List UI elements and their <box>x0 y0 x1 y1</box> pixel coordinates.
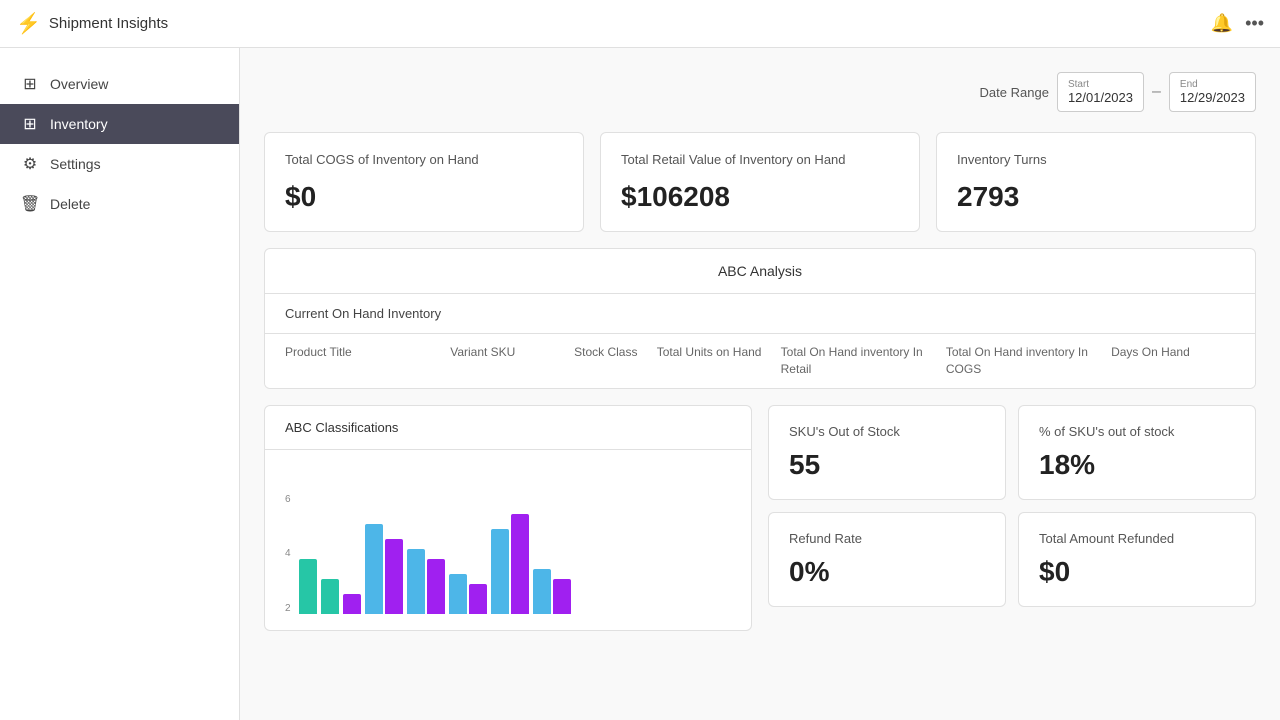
bar <box>511 514 529 614</box>
card-title: Inventory Turns <box>957 151 1235 169</box>
topbar-left: ⚡ Shipment Insights <box>16 11 168 36</box>
col-total-units: Total Units on Hand <box>657 344 781 378</box>
sidebar-item-inventory[interactable]: ⊞ Inventory <box>0 104 239 144</box>
bar-group-1 <box>299 559 317 614</box>
bar <box>553 579 571 614</box>
card-value: $106208 <box>621 181 899 213</box>
sidebar-item-label: Inventory <box>50 116 108 132</box>
card-inventory-turns: Inventory Turns 2793 <box>936 132 1256 232</box>
start-label: Start <box>1068 79 1133 90</box>
card-total-retail: Total Retail Value of Inventory on Hand … <box>600 132 920 232</box>
abc-analysis-header: ABC Analysis <box>265 249 1255 294</box>
app-title: Shipment Insights <box>49 15 168 32</box>
bar <box>427 559 445 614</box>
sidebar-item-delete[interactable]: 🗑 Delete <box>0 184 239 224</box>
right-stats-row1: SKU's Out of Stock 55 % of SKU's out of … <box>768 405 1256 500</box>
bar <box>491 529 509 614</box>
app-logo-icon: ⚡ <box>16 11 41 36</box>
col-days-on-hand: Days On Hand <box>1111 344 1235 378</box>
notification-icon[interactable]: 🔔 <box>1211 13 1233 34</box>
current-on-hand-header: Current On Hand Inventory <box>265 294 1255 334</box>
more-options-icon[interactable]: ••• <box>1245 13 1264 34</box>
topbar-right: 🔔 ••• <box>1211 13 1264 34</box>
bar-group-8 <box>533 569 571 614</box>
col-on-hand-retail: Total On Hand inventory In Retail <box>781 344 946 378</box>
bottom-grid: ABC Classifications 6 4 2 <box>264 405 1256 631</box>
layout: ⊞ Overview ⊞ Inventory ⚙ Settings 🗑 Dele… <box>0 48 1280 720</box>
bar <box>533 569 551 614</box>
top-cards-row: Total COGS of Inventory on Hand $0 Total… <box>264 132 1256 232</box>
y-label-4: 4 <box>285 548 291 559</box>
end-label: End <box>1180 79 1245 90</box>
bar-group-2 <box>321 579 339 614</box>
sidebar-item-label: Overview <box>50 76 108 92</box>
card-value: 2793 <box>957 181 1235 213</box>
col-stock-class: Stock Class <box>574 344 657 378</box>
abc-classifications-card: ABC Classifications 6 4 2 <box>264 405 752 631</box>
col-variant-sku: Variant SKU <box>450 344 574 378</box>
col-product-title: Product Title <box>285 344 450 378</box>
y-label-6: 6 <box>285 494 291 505</box>
chart-bars <box>299 494 731 614</box>
start-date-value: 12/01/2023 <box>1068 90 1133 105</box>
bar-group-5 <box>407 549 445 614</box>
bar <box>385 539 403 614</box>
sidebar-item-settings[interactable]: ⚙ Settings <box>0 144 239 184</box>
sidebar: ⊞ Overview ⊞ Inventory ⚙ Settings 🗑 Dele… <box>0 48 240 720</box>
card-value: $0 <box>285 181 563 213</box>
end-date-value: 12/29/2023 <box>1180 90 1245 105</box>
bar-group-6 <box>449 574 487 614</box>
chart-y-axis: 6 4 2 <box>285 494 291 614</box>
settings-icon: ⚙ <box>20 154 40 174</box>
start-date-field[interactable]: Start 12/01/2023 <box>1057 72 1144 112</box>
bar <box>299 559 317 614</box>
stat-card-pct-out-of-stock: % of SKU's out of stock 18% <box>1018 405 1256 500</box>
right-stats-row2: Refund Rate 0% Total Amount Refunded $0 <box>768 512 1256 607</box>
bar-group-7 <box>491 514 529 614</box>
table-header-row: Product Title Variant SKU Stock Class To… <box>265 334 1255 388</box>
card-title: Total COGS of Inventory on Hand <box>285 151 563 169</box>
card-title: Total Retail Value of Inventory on Hand <box>621 151 899 169</box>
end-date-field[interactable]: End 12/29/2023 <box>1169 72 1256 112</box>
bar-group-3 <box>343 594 361 614</box>
main-content: Date Range Start 12/01/2023 – End 12/29/… <box>240 48 1280 720</box>
stat-card-refund-rate: Refund Rate 0% <box>768 512 1006 607</box>
abc-analysis-section: ABC Analysis Current On Hand Inventory P… <box>264 248 1256 389</box>
stat-title: Total Amount Refunded <box>1039 531 1235 546</box>
abc-classifications-title: ABC Classifications <box>265 406 751 450</box>
right-stats: SKU's Out of Stock 55 % of SKU's out of … <box>768 405 1256 631</box>
y-label-2: 2 <box>285 603 291 614</box>
stat-card-total-amount-refunded: Total Amount Refunded $0 <box>1018 512 1256 607</box>
stat-value: $0 <box>1039 556 1235 588</box>
bar <box>469 584 487 614</box>
sidebar-item-label: Settings <box>50 156 101 172</box>
stat-title: Refund Rate <box>789 531 985 546</box>
stat-value: 55 <box>789 449 985 481</box>
stat-title: SKU's Out of Stock <box>789 424 985 439</box>
bar <box>407 549 425 614</box>
overview-icon: ⊞ <box>20 74 40 94</box>
sidebar-item-overview[interactable]: ⊞ Overview <box>0 64 239 104</box>
bar <box>449 574 467 614</box>
sidebar-item-label: Delete <box>50 196 90 212</box>
stat-card-skus-out-of-stock: SKU's Out of Stock 55 <box>768 405 1006 500</box>
col-on-hand-cogs: Total On Hand inventory In COGS <box>946 344 1111 378</box>
topbar: ⚡ Shipment Insights 🔔 ••• <box>0 0 1280 48</box>
bar <box>343 594 361 614</box>
stat-value: 18% <box>1039 449 1235 481</box>
date-range-section: Date Range Start 12/01/2023 – End 12/29/… <box>264 72 1256 112</box>
bar <box>321 579 339 614</box>
stat-title: % of SKU's out of stock <box>1039 424 1235 439</box>
card-total-cogs: Total COGS of Inventory on Hand $0 <box>264 132 584 232</box>
date-separator: – <box>1152 83 1161 101</box>
stat-value: 0% <box>789 556 985 588</box>
abc-chart-area: 6 4 2 <box>265 450 751 630</box>
delete-icon: 🗑 <box>20 194 40 214</box>
date-range-label: Date Range <box>980 85 1049 100</box>
bar <box>365 524 383 614</box>
inventory-icon: ⊞ <box>20 114 40 134</box>
bar-group-4 <box>365 524 403 614</box>
